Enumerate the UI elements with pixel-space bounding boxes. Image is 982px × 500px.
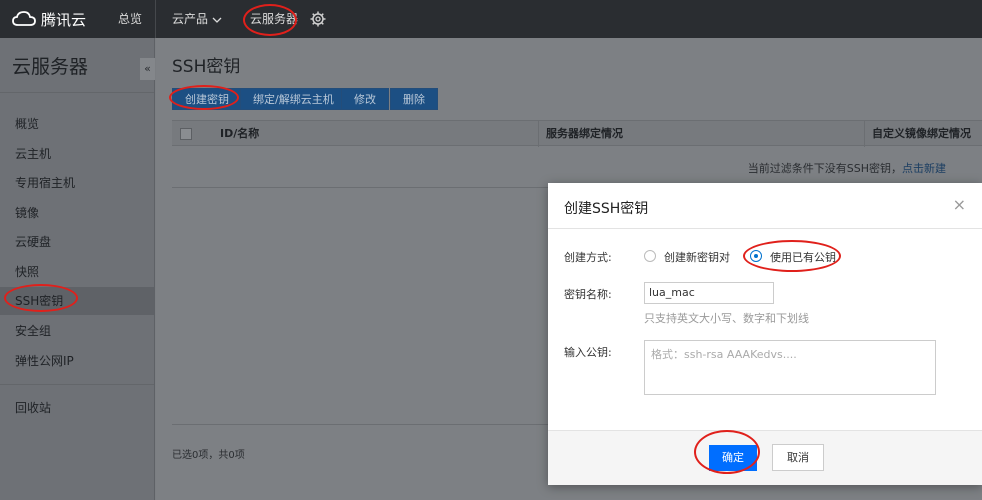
- delete-button[interactable]: 删除: [390, 88, 438, 110]
- dialog-footer: [548, 430, 982, 485]
- nav-cloud-products-label: 云产品: [172, 12, 209, 26]
- nav-divider: [155, 0, 156, 38]
- nav-cloud-products[interactable]: 云产品: [172, 0, 222, 38]
- column-id-name: ID/名称: [220, 127, 260, 140]
- creation-method-label: 创建方式:: [564, 251, 612, 264]
- public-key-label: 输入公钥:: [564, 346, 612, 359]
- empty-state: 当前过滤条件下没有SSH密钥，点击新建: [748, 160, 946, 176]
- radio-create-new-keypair[interactable]: [644, 250, 656, 262]
- logo-text: 腾讯云: [41, 10, 87, 29]
- sidebar-item-images[interactable]: 镜像: [0, 199, 154, 227]
- chevron-down-icon: [212, 17, 222, 23]
- annotation-circle-ssh-keys: [4, 284, 78, 312]
- key-name-label: 密钥名称:: [564, 288, 612, 301]
- tencent-cloud-logo[interactable]: 腾讯云: [12, 9, 86, 29]
- sidebar: 云服务器 « 概览 云主机 专用宿主机 镜像 云硬盘 快照 SSH密钥 安全组 …: [0, 38, 155, 500]
- create-new-link[interactable]: 点击新建: [902, 162, 946, 175]
- column-server-binding: 服务器绑定情况: [546, 127, 623, 140]
- sidebar-divider: [0, 384, 154, 385]
- sidebar-divider: [0, 92, 154, 93]
- key-name-hint: 只支持英文大小写、数字和下划线: [644, 312, 809, 325]
- top-navigation-bar: 腾讯云 总览 云产品 云服务器: [0, 0, 982, 38]
- radio-create-new-keypair-label[interactable]: 创建新密钥对: [664, 249, 730, 265]
- annotation-circle-nav-cvm: [243, 4, 297, 36]
- annotation-circle-create-key: [169, 85, 239, 110]
- table-empty-row: 当前过滤条件下没有SSH密钥，点击新建: [172, 146, 982, 188]
- cancel-button[interactable]: 取消: [772, 444, 824, 471]
- selection-count: 已选0项，共0项: [172, 450, 245, 461]
- sidebar-item-cloud-disks[interactable]: 云硬盘: [0, 228, 154, 256]
- dialog-header-divider: [548, 228, 982, 229]
- bind-unbind-button[interactable]: 绑定/解绑云主机: [240, 88, 347, 110]
- table-header: ID/名称 服务器绑定情况 自定义镜像绑定情况: [172, 120, 982, 147]
- edit-button[interactable]: 修改: [341, 88, 389, 110]
- cloud-logo-icon: [12, 11, 36, 26]
- create-ssh-key-dialog: 创建SSH密钥 × 创建方式: 创建新密钥对 使用已有公钥 密钥名称: lua_…: [548, 183, 982, 485]
- sidebar-item-instances[interactable]: 云主机: [0, 140, 154, 168]
- sidebar-item-snapshots[interactable]: 快照: [0, 258, 154, 286]
- sidebar-title: 云服务器: [12, 56, 89, 78]
- close-icon[interactable]: ×: [953, 197, 966, 213]
- sidebar-item-elastic-ip[interactable]: 弹性公网IP: [0, 347, 154, 375]
- annotation-circle-confirm: [694, 430, 760, 474]
- sidebar-item-recycle-bin[interactable]: 回收站: [0, 394, 154, 422]
- public-key-textarea[interactable]: 格式：ssh-rsa AAAKedvs....: [644, 340, 936, 395]
- gear-icon[interactable]: [310, 11, 326, 27]
- page-title: SSH密钥: [172, 57, 241, 77]
- dialog-title: 创建SSH密钥: [564, 201, 649, 217]
- annotation-circle-use-existing: [743, 240, 841, 272]
- key-name-input[interactable]: lua_mac: [644, 282, 774, 304]
- sidebar-collapse-button[interactable]: «: [140, 58, 155, 80]
- select-all-checkbox[interactable]: [180, 128, 192, 140]
- sidebar-item-dedicated-host[interactable]: 专用宿主机: [0, 169, 154, 197]
- sidebar-item-overview[interactable]: 概览: [0, 110, 154, 138]
- sidebar-item-security-groups[interactable]: 安全组: [0, 317, 154, 345]
- column-divider: [538, 121, 539, 147]
- nav-overview[interactable]: 总览: [118, 0, 142, 38]
- empty-state-text: 当前过滤条件下没有SSH密钥，: [747, 162, 902, 175]
- column-image-binding: 自定义镜像绑定情况: [872, 127, 971, 140]
- column-divider: [864, 121, 865, 147]
